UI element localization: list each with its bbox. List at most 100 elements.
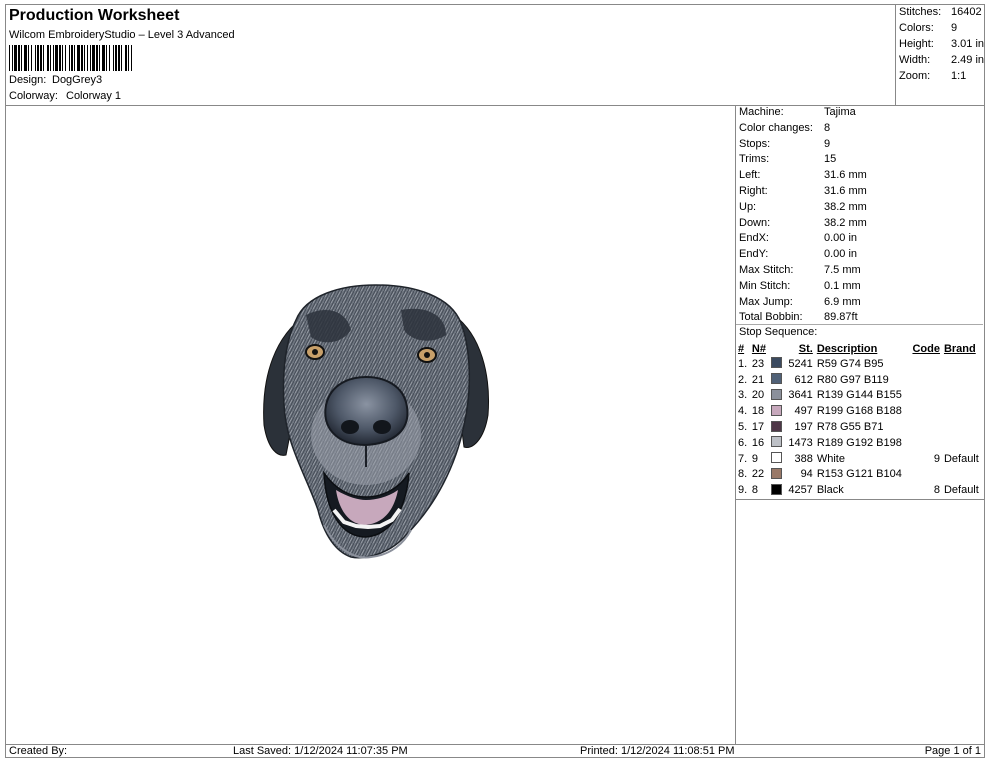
- info-value: 6.9 mm: [824, 295, 861, 308]
- seq-stitches: 388: [794, 452, 813, 465]
- info-value: 9: [824, 137, 831, 150]
- seq-description: R199 G168 B188: [816, 405, 902, 418]
- seq-code: [909, 356, 942, 372]
- color-swatch: [770, 357, 782, 369]
- table-row: 1. 23 5241 R59 G74 B95: [736, 356, 983, 372]
- info-label: Machine:: [739, 106, 784, 118]
- page-title: Production Worksheet: [9, 7, 180, 24]
- seq-brand: [942, 356, 983, 372]
- barcode-bar: [77, 45, 80, 71]
- seq-code: [909, 467, 942, 483]
- barcode-bar: [31, 45, 32, 71]
- machine-info-row: EndX: 0.00 in: [739, 232, 979, 247]
- machine-info-row: Down: 38.2 mm: [739, 217, 979, 232]
- seq-needle: 20: [751, 389, 765, 402]
- table-row: 3. 20 3641 R139 G144 B155: [736, 388, 983, 404]
- seq-description: R78 G55 B71: [816, 421, 884, 434]
- seq-needle: 18: [751, 405, 765, 418]
- machine-info-row: Left: 31.6 mm: [739, 169, 979, 184]
- barcode-bar: [69, 45, 70, 71]
- seq-description: Black: [816, 484, 844, 497]
- color-swatch: [770, 420, 782, 432]
- worksheet: Production Worksheet Wilcom EmbroiderySt…: [5, 4, 985, 758]
- col-description: Description: [816, 342, 878, 355]
- col-num: #: [738, 342, 745, 355]
- seq-brand: [942, 467, 983, 483]
- design-label: Design:: [9, 74, 47, 86]
- barcode-bar: [109, 45, 110, 71]
- design-summary: Stitches: 16402 Colors: 9 Height: 3.01 in W…: [895, 5, 984, 105]
- summary-stitches: Stitches: 16402: [899, 6, 982, 18]
- seq-color-cell: [769, 467, 785, 483]
- info-label: Color changes:: [739, 121, 813, 134]
- barcode-bar: [12, 45, 13, 71]
- barcode-bar: [106, 45, 107, 71]
- barcode-bar: [128, 45, 129, 71]
- barcode-bar: [24, 45, 27, 71]
- seq-num: 6.: [738, 436, 748, 449]
- seq-num: 3.: [738, 389, 748, 402]
- table-row: 4. 18 497 R199 G168 B188: [736, 403, 983, 419]
- barcode-bar: [102, 45, 105, 71]
- seq-stitches: 5241: [788, 357, 813, 370]
- seq-brand: [942, 435, 983, 451]
- printed-date: Printed: 1/12/2024 11:08:51 PM: [580, 745, 735, 757]
- seq-color-cell: [769, 419, 785, 435]
- color-swatch: [770, 373, 782, 385]
- seq-num: 8.: [738, 468, 748, 481]
- seq-needle: 8: [751, 484, 759, 497]
- seq-description: R59 G74 B95: [816, 357, 884, 370]
- seq-brand: Default: [943, 452, 979, 465]
- design-preview-area: [6, 105, 735, 744]
- table-row: 7. 9 388 White 9 Default: [736, 451, 983, 467]
- table-row: 8. 22 94 R153 G121 B104: [736, 467, 983, 483]
- machine-info-row: Max Jump: 6.9 mm: [739, 296, 979, 311]
- barcode-bar: [118, 45, 120, 71]
- design-value: DogGrey3: [52, 74, 103, 86]
- info-value: 38.2 mm: [824, 216, 867, 229]
- barcode-bar: [121, 45, 122, 71]
- info-label: Min Stitch:: [739, 279, 791, 292]
- seq-brand: [942, 372, 983, 388]
- seq-color-cell: [769, 372, 785, 388]
- seq-num: 9.: [738, 484, 748, 497]
- worksheet-header: Production Worksheet Wilcom EmbroiderySt…: [6, 5, 984, 106]
- machine-info-row: Right: 31.6 mm: [739, 185, 979, 200]
- stop-sequence-header-row: # N# St. Description Code Brand: [736, 341, 983, 356]
- info-label: Left:: [739, 169, 761, 182]
- seq-needle: 21: [751, 373, 765, 386]
- colorway-field: Colorway: Colorway 1: [9, 90, 121, 102]
- seq-description: R153 G121 B104: [816, 468, 902, 481]
- barcode-bar: [47, 45, 49, 71]
- seq-code: [909, 388, 942, 404]
- barcode-bar: [62, 45, 63, 71]
- summary-zoom: Zoom: 1:1: [899, 70, 967, 82]
- barcode-bar: [81, 45, 83, 71]
- info-label: Down:: [739, 216, 771, 229]
- table-row: 5. 17 197 R78 G55 B71: [736, 419, 983, 435]
- table-row: 9. 8 4257 Black 8 Default: [736, 482, 983, 498]
- barcode-bar: [21, 45, 22, 71]
- info-value: 8: [824, 121, 831, 134]
- color-swatch: [770, 467, 782, 479]
- barcode-bar: [96, 45, 98, 71]
- seq-needle: 22: [751, 468, 765, 481]
- seq-color-cell: [769, 435, 785, 451]
- design-field: Design: DogGrey3: [9, 74, 102, 86]
- seq-stitches: 3641: [788, 389, 813, 402]
- barcode-bar: [59, 45, 61, 71]
- barcode-bar: [28, 45, 29, 71]
- barcode-bar: [9, 45, 10, 71]
- table-row: 6. 16 1473 R189 G192 B198: [736, 435, 983, 451]
- panel-divider: [735, 500, 736, 744]
- seq-description: R139 G144 B155: [816, 389, 902, 402]
- color-swatch: [770, 404, 782, 416]
- barcode-bar: [40, 45, 42, 71]
- info-label: Max Stitch:: [739, 264, 794, 276]
- barcode-bar: [18, 45, 20, 71]
- software-name: Wilcom EmbroideryStudio – Level 3 Advanc…: [9, 29, 235, 41]
- seq-description: White: [816, 452, 845, 465]
- seq-color-cell: [769, 356, 785, 372]
- barcode-bar: [131, 45, 132, 71]
- info-value: Tajima: [824, 106, 856, 118]
